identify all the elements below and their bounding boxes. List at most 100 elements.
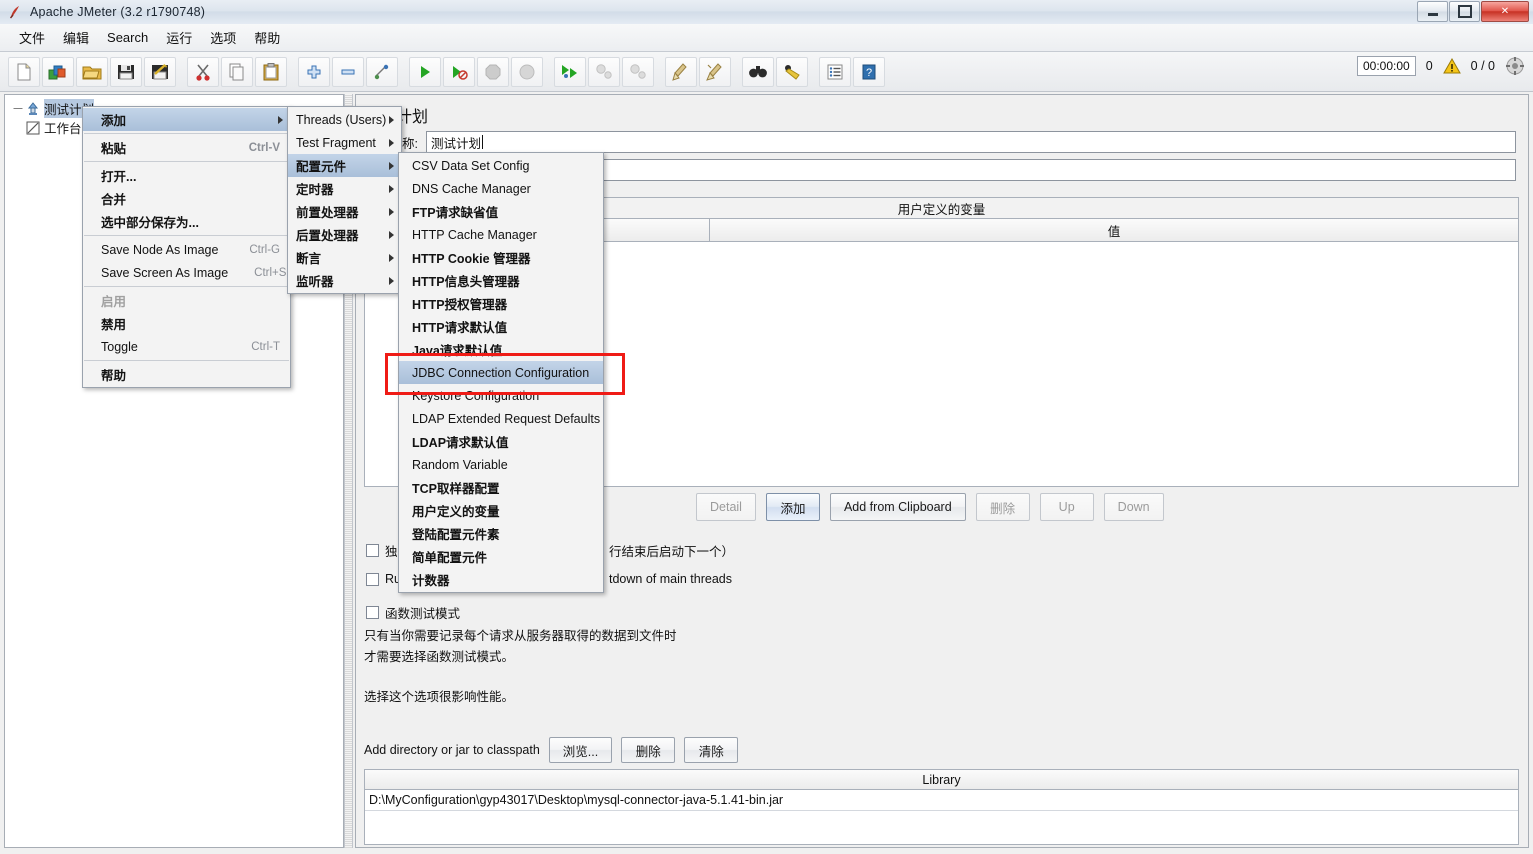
ctx-help[interactable]: 帮助 <box>83 363 290 386</box>
checkbox-box[interactable] <box>366 606 379 619</box>
minimize-button[interactable] <box>1417 1 1448 22</box>
config-simple-config-element[interactable]: 简单配置元件 <box>399 545 603 568</box>
stop-button[interactable] <box>477 56 509 87</box>
ctx-add[interactable]: 添加 <box>83 108 290 131</box>
config-counter[interactable]: 计数器 <box>399 568 603 591</box>
config-http-header-manager[interactable]: HTTP信息头管理器 <box>399 269 603 292</box>
start-button[interactable] <box>409 56 441 87</box>
teardown-on-shutdown-checkbox[interactable]: Ru <box>366 572 401 586</box>
config-ftp-request-defaults[interactable]: FTP请求缺省值 <box>399 200 603 223</box>
add-submenu[interactable]: Threads (Users) Test Fragment 配置元件 定时器 前… <box>287 106 402 294</box>
config-http-cookie-manager[interactable]: HTTP Cookie 管理器 <box>399 246 603 269</box>
down-button[interactable]: Down <box>1103 493 1164 521</box>
checkbox-box[interactable] <box>366 544 379 557</box>
serialize-threadgroups-checkbox[interactable]: 独 <box>366 541 398 560</box>
save-button[interactable] <box>110 56 142 87</box>
search-reset-button[interactable] <box>776 56 808 87</box>
ctx-paste[interactable]: 粘贴 Ctrl-V <box>83 136 290 159</box>
config-http-authorization-manager[interactable]: HTTP授权管理器 <box>399 292 603 315</box>
templates-button[interactable] <box>42 56 74 87</box>
label: HTTP Cookie 管理器 <box>412 252 531 266</box>
clear-button[interactable] <box>665 56 697 87</box>
ctx-save-node-as-image[interactable]: Save Node As Image Ctrl-G <box>83 238 290 261</box>
add-button[interactable]: 添加 <box>765 493 820 521</box>
ctx-toggle[interactable]: Toggle Ctrl-T <box>83 335 290 358</box>
new-button[interactable] <box>8 56 40 87</box>
binoculars-icon <box>748 64 768 80</box>
menu-search[interactable]: Search <box>98 26 157 49</box>
maximize-button[interactable] <box>1449 1 1480 22</box>
add-listener[interactable]: 监听器 <box>288 269 401 292</box>
add-pre-processor[interactable]: 前置处理器 <box>288 200 401 223</box>
toolbar-status: 00:00:00 0 0 / 0 <box>1357 56 1525 76</box>
delete-button[interactable]: 删除 <box>975 493 1030 521</box>
remote-shutdown-all-button[interactable] <box>622 56 654 87</box>
config-random-variable[interactable]: Random Variable <box>399 453 603 476</box>
config-keystore-configuration[interactable]: Keystore Configuration <box>399 384 603 407</box>
config-ldap-request-defaults[interactable]: LDAP请求默认值 <box>399 430 603 453</box>
help-button[interactable]: ? <box>853 56 885 87</box>
ctx-save-selection-as[interactable]: 选中部分保存为... <box>83 210 290 233</box>
function-helper-button[interactable] <box>819 56 851 87</box>
ctx-merge[interactable]: 合并 <box>83 187 290 210</box>
menu-file[interactable]: 文件 <box>10 24 54 51</box>
config-csv-data-set-config[interactable]: CSV Data Set Config <box>399 154 603 177</box>
column-header-value[interactable]: 值 <box>710 219 1518 241</box>
ctx-disable[interactable]: 禁用 <box>83 312 290 335</box>
config-http-request-defaults[interactable]: HTTP请求默认值 <box>399 315 603 338</box>
browse-button[interactable]: 浏览... <box>548 737 613 763</box>
tree-expand-handle[interactable] <box>11 121 25 135</box>
menu-edit[interactable]: 编辑 <box>54 24 98 51</box>
classpath-delete-button[interactable]: 删除 <box>621 737 676 763</box>
add-test-fragment[interactable]: Test Fragment <box>288 131 401 154</box>
config-http-cache-manager[interactable]: HTTP Cache Manager <box>399 223 603 246</box>
add-from-clipboard-button[interactable]: Add from Clipboard <box>829 493 966 521</box>
config-element-submenu[interactable]: CSV Data Set Config DNS Cache Manager FT… <box>398 152 604 593</box>
config-tcp-sampler-config[interactable]: TCP取样器配置 <box>399 476 603 499</box>
close-button[interactable]: ✕ <box>1481 1 1529 22</box>
checkbox-box[interactable] <box>366 572 379 586</box>
functional-mode-checkbox[interactable]: 函数测试模式 <box>366 603 460 622</box>
ctx-save-screen-as-image[interactable]: Save Screen As Image Ctrl+Shift-G <box>83 261 315 284</box>
detail-button[interactable]: Detail <box>696 493 756 521</box>
name-input[interactable]: 测试计划 <box>426 131 1516 153</box>
config-dns-cache-manager[interactable]: DNS Cache Manager <box>399 177 603 200</box>
menu-help[interactable]: 帮助 <box>245 24 289 51</box>
add-post-processor[interactable]: 后置处理器 <box>288 223 401 246</box>
menu-separator <box>84 235 289 236</box>
add-config-element[interactable]: 配置元件 <box>288 154 401 177</box>
open-button[interactable] <box>76 56 108 87</box>
up-button[interactable]: Up <box>1039 493 1094 521</box>
start-no-pauses-button[interactable] <box>443 56 475 87</box>
copy-button[interactable] <box>221 56 253 87</box>
collapse-button[interactable] <box>332 56 364 87</box>
tree-expand-handle[interactable] <box>11 102 25 116</box>
shutdown-button[interactable] <box>511 56 543 87</box>
menu-run[interactable]: 运行 <box>157 24 201 51</box>
library-table-body[interactable]: D:\MyConfiguration\gyp43017\Desktop\mysq… <box>364 790 1519 845</box>
add-assertion[interactable]: 断言 <box>288 246 401 269</box>
add-threads-users[interactable]: Threads (Users) <box>288 108 401 131</box>
search-button[interactable] <box>742 56 774 87</box>
remote-start-all-button[interactable] <box>554 56 586 87</box>
toggle-button[interactable] <box>366 56 398 87</box>
add-timer[interactable]: 定时器 <box>288 177 401 200</box>
config-user-defined-variables[interactable]: 用户定义的变量 <box>399 499 603 522</box>
config-java-request-defaults[interactable]: Java请求默认值 <box>399 338 603 361</box>
paste-button[interactable] <box>255 56 287 87</box>
library-table-header[interactable]: Library <box>364 769 1519 790</box>
expand-button[interactable] <box>298 56 330 87</box>
config-ldap-extended-request-defaults[interactable]: LDAP Extended Request Defaults <box>399 407 603 430</box>
clear-all-button[interactable] <box>699 56 731 87</box>
table-row[interactable]: D:\MyConfiguration\gyp43017\Desktop\mysq… <box>365 790 1518 811</box>
tree-context-menu[interactable]: 添加 粘贴 Ctrl-V 打开... 合并 选中部分保存为... Save No… <box>82 106 315 388</box>
config-jdbc-connection-configuration[interactable]: JDBC Connection Configuration <box>399 361 603 384</box>
warning-triangle-icon[interactable] <box>1442 58 1461 74</box>
menu-options[interactable]: 选项 <box>201 24 245 51</box>
save-as-button[interactable] <box>144 56 176 87</box>
config-login-config-element[interactable]: 登陆配置元件素 <box>399 522 603 545</box>
remote-stop-all-button[interactable] <box>588 56 620 87</box>
cut-button[interactable] <box>187 56 219 87</box>
classpath-clear-button[interactable]: 清除 <box>684 737 739 763</box>
ctx-open[interactable]: 打开... <box>83 164 290 187</box>
